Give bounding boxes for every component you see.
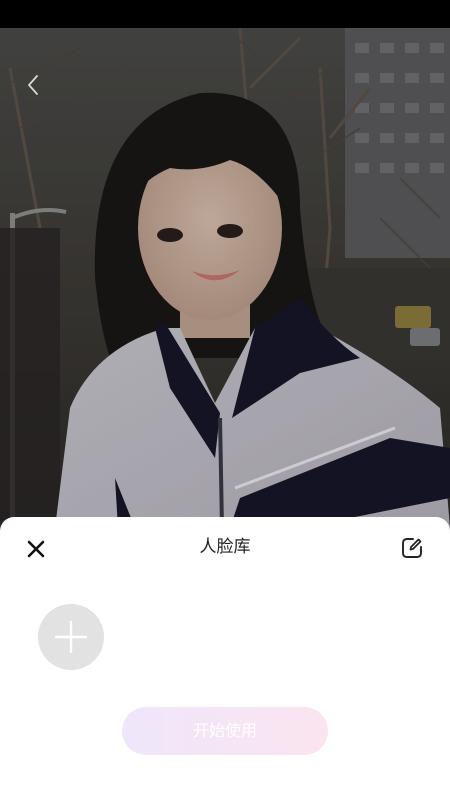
edit-button[interactable] (398, 534, 426, 562)
start-button[interactable]: 开始使用 (122, 707, 328, 755)
face-photo (0, 28, 450, 528)
sheet-title: 人脸库 (199, 537, 251, 557)
plus-icon (54, 620, 88, 654)
add-face-button[interactable] (38, 604, 104, 670)
status-bar (0, 0, 450, 28)
face-library-sheet: 人脸库 开始使用 (0, 517, 450, 801)
edit-icon (402, 538, 422, 558)
chevron-left-icon (28, 75, 38, 95)
back-button[interactable] (18, 70, 48, 100)
